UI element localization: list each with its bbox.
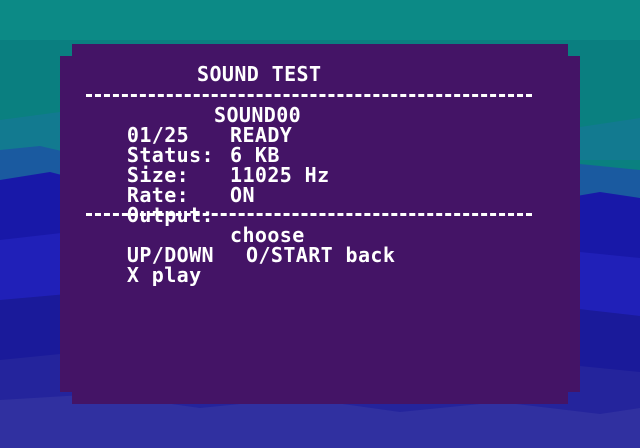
size-value: 6 KB xyxy=(230,143,280,167)
middle-divider xyxy=(86,213,532,216)
screen-title: SOUND TEST xyxy=(197,62,322,86)
panel-left-edge xyxy=(60,56,72,392)
panel-right-edge xyxy=(568,56,580,392)
help-play-back-row: X play O/START back xyxy=(102,245,395,305)
help-back-text: O/START back xyxy=(246,243,396,267)
rate-value: 11025 Hz xyxy=(230,163,330,187)
output-value: ON xyxy=(230,183,255,207)
help-play-text: X play xyxy=(126,263,202,287)
help-choose-text: choose xyxy=(230,223,305,247)
track-name: SOUND00 xyxy=(214,103,302,127)
top-divider xyxy=(86,94,532,97)
status-value: READY xyxy=(230,123,293,147)
